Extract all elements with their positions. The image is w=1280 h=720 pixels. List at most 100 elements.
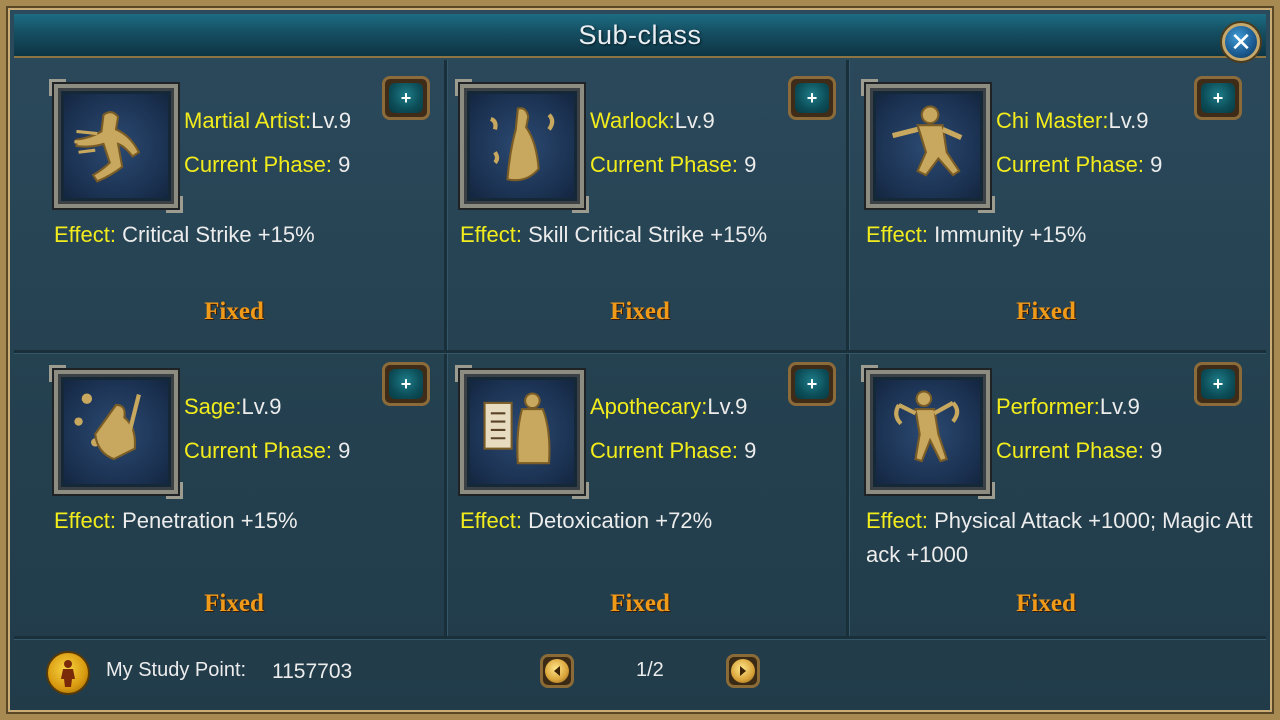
effect-value: Penetration +15%: [122, 508, 298, 533]
class-phase: Current Phase: 9: [590, 152, 756, 178]
phase-value: 9: [338, 152, 351, 177]
class-portrait[interactable]: [861, 79, 995, 213]
sage-figure-icon: [74, 393, 141, 461]
phase-value: 9: [338, 438, 351, 463]
class-name: Apothecary:: [590, 394, 708, 419]
plus-icon: +: [795, 83, 829, 113]
martial-artist-figure-icon: [74, 111, 141, 183]
prev-page-button[interactable]: [540, 654, 574, 688]
status-fixed: Fixed: [204, 298, 264, 325]
footer-bar: My Study Point: 1157703 1/2: [14, 642, 1266, 706]
effect-label: Effect:: [866, 222, 928, 247]
class-title: Performer:Lv.9: [996, 394, 1140, 420]
class-level: Lv.9: [707, 394, 748, 419]
class-title: Sage:Lv.9: [184, 394, 281, 420]
phase-value: 9: [744, 152, 757, 177]
class-name: Warlock:: [590, 108, 675, 133]
class-title: Warlock:Lv.9: [590, 108, 715, 134]
class-portrait[interactable]: [49, 79, 183, 213]
class-portrait[interactable]: [455, 365, 589, 499]
plus-icon: +: [1201, 83, 1235, 113]
subclass-card-warlock: Warlock:Lv.9 Current Phase: 9 + Effect: …: [455, 76, 850, 370]
effect-label: Effect:: [866, 508, 928, 533]
close-icon: ✕: [1230, 27, 1252, 57]
class-title: Martial Artist:Lv.9: [184, 108, 351, 134]
phase-value: 9: [744, 438, 757, 463]
apothecary-figure-icon: [483, 392, 551, 465]
phase-label: Current Phase:: [590, 152, 738, 177]
warlock-figure-icon: [489, 107, 555, 182]
class-name: Performer:: [996, 394, 1100, 419]
status-fixed: Fixed: [204, 590, 264, 617]
class-phase: Current Phase: 9: [184, 438, 350, 464]
class-phase: Current Phase: 9: [184, 152, 350, 178]
arrow-right-icon: [731, 659, 755, 683]
window-title: Sub-class: [578, 19, 702, 50]
class-title: Apothecary:Lv.9: [590, 394, 747, 420]
class-effect: Effect: Skill Critical Strike +15%: [460, 218, 850, 252]
effect-label: Effect:: [54, 508, 116, 533]
plus-icon: +: [389, 369, 423, 399]
upgrade-button[interactable]: +: [382, 76, 430, 120]
class-name: Sage:: [184, 394, 242, 419]
upgrade-button[interactable]: +: [1194, 362, 1242, 406]
performer-figure-icon: [894, 390, 960, 463]
title-bar[interactable]: Sub-class ✕: [14, 14, 1266, 61]
class-level: Lv.9: [1099, 394, 1140, 419]
plus-icon: +: [795, 369, 829, 399]
phase-label: Current Phase:: [996, 152, 1144, 177]
phase-label: Current Phase:: [590, 438, 738, 463]
status-fixed: Fixed: [610, 590, 670, 617]
class-effect: Effect: Detoxication +72%: [460, 504, 850, 538]
phase-value: 9: [1150, 152, 1163, 177]
effect-value: Immunity +15%: [934, 222, 1087, 247]
class-name: Martial Artist:: [184, 108, 312, 133]
plus-icon: +: [389, 83, 423, 113]
class-level: Lv.9: [674, 108, 715, 133]
study-point-value: 1157703: [272, 660, 353, 683]
effect-value: Detoxication +72%: [528, 508, 713, 533]
upgrade-button[interactable]: +: [1194, 76, 1242, 120]
class-effect: Effect: Immunity +15%: [866, 218, 1256, 252]
upgrade-button[interactable]: +: [382, 362, 430, 406]
subclass-card-chi-master: Chi Master:Lv.9 Current Phase: 9 + Effec…: [861, 76, 1256, 370]
phase-label: Current Phase:: [184, 438, 332, 463]
study-point-label: My Study Point:: [106, 659, 247, 681]
class-level: Lv.9: [311, 108, 352, 133]
upgrade-button[interactable]: +: [788, 362, 836, 406]
phase-label: Current Phase:: [996, 438, 1144, 463]
effect-label: Effect:: [460, 508, 522, 533]
close-button[interactable]: ✕: [1222, 23, 1260, 61]
subclass-card-sage: Sage:Lv.9 Current Phase: 9 + Effect: Pen…: [49, 362, 444, 656]
class-level: Lv.9: [241, 394, 282, 419]
effect-value: Skill Critical Strike +15%: [528, 222, 768, 247]
study-point-icon: [46, 651, 90, 695]
status-fixed: Fixed: [1016, 298, 1076, 325]
class-phase: Current Phase: 9: [996, 438, 1162, 464]
class-title: Chi Master:Lv.9: [996, 108, 1148, 134]
class-phase: Current Phase: 9: [590, 438, 756, 464]
class-portrait[interactable]: [49, 365, 183, 499]
next-page-button[interactable]: [726, 654, 760, 688]
arrow-left-icon: [545, 659, 569, 683]
class-phase: Current Phase: 9: [996, 152, 1162, 178]
status-fixed: Fixed: [610, 298, 670, 325]
upgrade-button[interactable]: +: [788, 76, 836, 120]
effect-label: Effect:: [460, 222, 522, 247]
class-effect: Effect: Critical Strike +15%: [54, 218, 444, 252]
class-portrait[interactable]: [861, 365, 995, 499]
status-fixed: Fixed: [1016, 590, 1076, 617]
effect-label: Effect:: [54, 222, 116, 247]
page-indicator: 1/2: [636, 659, 664, 681]
class-name: Chi Master:: [996, 108, 1109, 133]
effect-value: Critical Strike +15%: [122, 222, 315, 247]
class-level: Lv.9: [1108, 108, 1149, 133]
subclass-card-martial-artist: Martial Artist:Lv.9 Current Phase: 9 + E…: [49, 76, 444, 370]
phase-value: 9: [1150, 438, 1163, 463]
subclass-window: Sub-class ✕ Martial Artist:Lv.9 Current …: [0, 0, 1280, 720]
phase-label: Current Phase:: [184, 152, 332, 177]
class-effect: Effect: Penetration +15%: [54, 504, 444, 538]
class-portrait[interactable]: [455, 79, 589, 213]
class-effect: Effect: Physical Attack +1000; Magic Att…: [866, 504, 1256, 572]
subclass-card-performer: Performer:Lv.9 Current Phase: 9 + Effect…: [861, 362, 1256, 656]
